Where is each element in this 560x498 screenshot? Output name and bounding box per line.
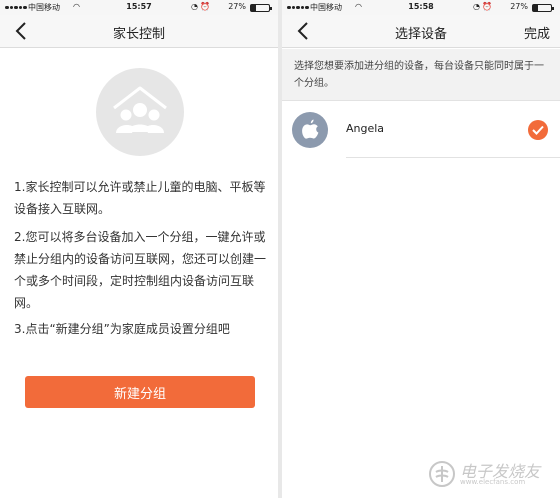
- select-device-screen: 中国移动 ◠ 15:58 ◔⏰ 27% 选择设备 完成 选择您想要添加进分组的设…: [282, 0, 560, 498]
- page-title: 家长控制: [112, 27, 165, 42]
- hint-section: 选择您想要添加进分组的设备，每台设备只能同时属于一个分组。: [282, 49, 560, 101]
- intro-paragraph-3: 3.点击“新建分组”为家庭成员设置分组吧: [14, 322, 230, 336]
- watermark-logo: 电子发烧友 www.elecfans.com: [428, 458, 554, 490]
- elecfans-logo-icon: [429, 461, 455, 487]
- checkmark-icon: [532, 125, 544, 135]
- status-bar: 中国移动 ◠ 15:57 ◔⏰ 27%: [0, 0, 278, 15]
- battery-icon: [250, 4, 272, 12]
- intro-paragraph-2: 2.您可以将多台设备加入一个分组，一键允许或禁止分组内的设备访问互联网，您还可以…: [14, 230, 267, 310]
- battery-percent: 27%: [228, 2, 246, 11]
- hint-text: 选择您想要添加进分组的设备，每台设备只能同时属于一个分组。: [294, 61, 544, 89]
- alarm-icon: ◔⏰: [191, 2, 212, 11]
- device-row-angela[interactable]: Angela: [282, 102, 560, 158]
- watermark-url: www.elecfans.com: [460, 478, 526, 486]
- alarm-icon: ◔⏰: [473, 2, 494, 11]
- row-separator: [346, 157, 560, 158]
- done-button[interactable]: 完成: [524, 23, 550, 42]
- hero-illustration: [96, 68, 184, 156]
- new-group-button[interactable]: 新建分组: [25, 376, 255, 408]
- device-name: Angela: [346, 122, 385, 135]
- battery-icon: [532, 4, 554, 12]
- battery-percent: 27%: [510, 2, 528, 11]
- selected-checkbox[interactable]: [528, 120, 548, 140]
- status-bar: 中国移动 ◠ 15:58 ◔⏰ 27%: [282, 0, 560, 15]
- parental-control-screen: 中国移动 ◠ 15:57 ◔⏰ 27% 家长控制 1.家长控制可以允许或禁止儿童…: [0, 0, 278, 498]
- apple-icon: [302, 119, 319, 139]
- page-title: 选择设备: [394, 27, 447, 42]
- intro-paragraph-1: 1.家长控制可以允许或禁止儿童的电脑、平板等设备接入互联网。: [14, 180, 266, 216]
- nav-bar: 家长控制: [0, 15, 278, 48]
- nav-bar: 选择设备 完成: [282, 15, 560, 48]
- family-home-icon: [113, 86, 167, 133]
- device-avatar: [292, 112, 328, 148]
